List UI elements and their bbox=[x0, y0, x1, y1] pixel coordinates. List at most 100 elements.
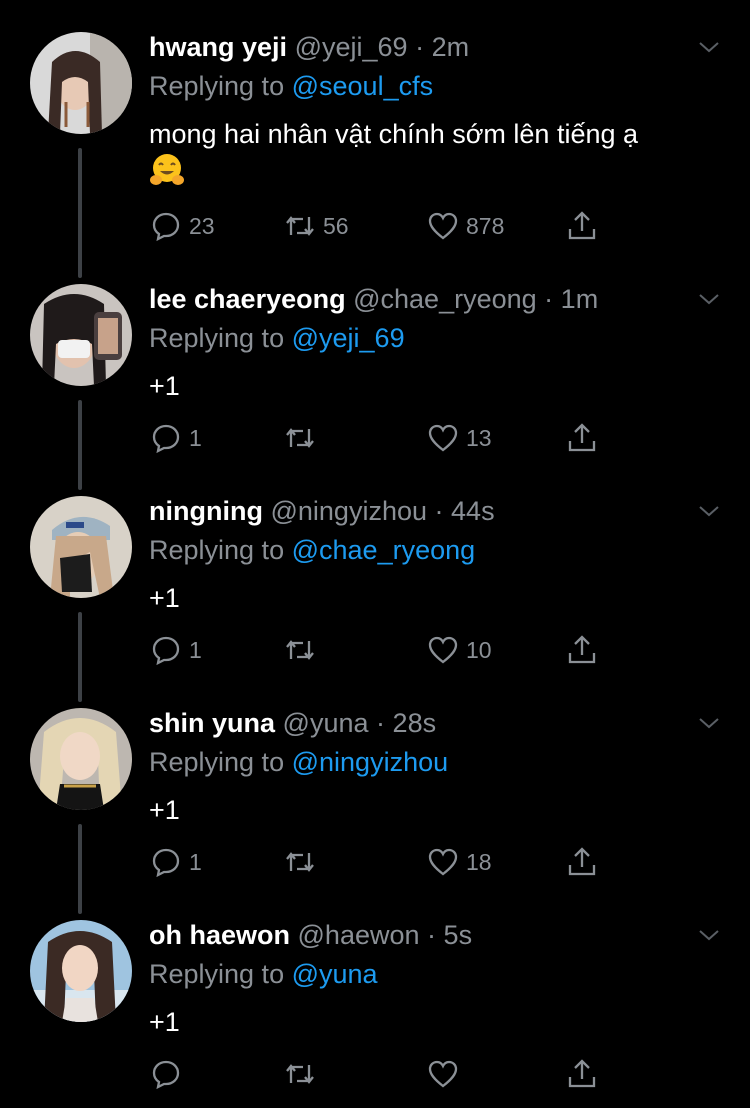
like-icon bbox=[428, 848, 458, 876]
tweet-actions: 1 10 bbox=[149, 632, 609, 668]
tweet-actions: 23 56 878 bbox=[149, 208, 609, 244]
retweet-icon bbox=[286, 852, 314, 872]
tweet-text-content: mong hai nhân vật chính sớm lên tiếng ạ bbox=[149, 119, 639, 149]
retweet-icon bbox=[286, 428, 314, 448]
like-button[interactable]: 18 bbox=[426, 844, 492, 880]
replying-to: Replying to @ningyizhou bbox=[149, 747, 448, 777]
share-button[interactable] bbox=[565, 632, 599, 668]
like-icon bbox=[428, 424, 458, 452]
replying-to-label: Replying to bbox=[149, 71, 285, 101]
avatar[interactable] bbox=[30, 708, 132, 810]
replying-to-label: Replying to bbox=[149, 959, 285, 989]
reply-icon bbox=[152, 848, 180, 878]
like-icon bbox=[428, 1060, 458, 1088]
chevron-down-icon[interactable] bbox=[696, 34, 722, 60]
reply-icon bbox=[152, 212, 180, 242]
like-button[interactable] bbox=[426, 1056, 466, 1092]
replying-to: Replying to @seoul_cfs bbox=[149, 71, 433, 101]
tweet-text: +1 bbox=[149, 792, 719, 828]
avatar[interactable] bbox=[30, 920, 132, 1022]
share-icon bbox=[568, 847, 596, 876]
share-icon bbox=[568, 423, 596, 452]
reply-count: 23 bbox=[189, 212, 215, 239]
avatar[interactable] bbox=[30, 284, 132, 386]
timestamp[interactable]: 1m bbox=[561, 284, 599, 314]
timestamp[interactable]: 5s bbox=[444, 920, 473, 950]
reply-button[interactable]: 1 bbox=[149, 632, 202, 668]
share-icon bbox=[568, 635, 596, 664]
like-icon bbox=[428, 636, 458, 664]
like-count: 13 bbox=[466, 424, 492, 451]
display-name[interactable]: shin yuna bbox=[149, 708, 275, 738]
like-count: 10 bbox=[466, 636, 492, 663]
display-name[interactable]: lee chaeryeong bbox=[149, 284, 346, 314]
retweet-icon bbox=[286, 216, 314, 236]
replying-to-label: Replying to bbox=[149, 323, 285, 353]
replying-to-label: Replying to bbox=[149, 535, 285, 565]
user-handle[interactable]: @haewon bbox=[298, 920, 420, 950]
chevron-down-icon[interactable] bbox=[696, 710, 722, 736]
like-count: 18 bbox=[466, 848, 492, 875]
user-handle[interactable]: @ningyizhou bbox=[270, 496, 427, 526]
share-icon bbox=[568, 1059, 596, 1088]
share-icon bbox=[568, 211, 596, 240]
retweet-button[interactable] bbox=[283, 1056, 323, 1092]
timestamp[interactable]: 2m bbox=[432, 32, 470, 62]
chevron-down-icon[interactable] bbox=[696, 922, 722, 948]
mention-link[interactable]: @chae_ryeong bbox=[292, 535, 476, 565]
retweet-button[interactable] bbox=[283, 844, 323, 880]
reply-button[interactable]: 1 bbox=[149, 844, 202, 880]
mention-link[interactable]: @yeji_69 bbox=[292, 323, 405, 353]
tweet-text-content: +1 bbox=[149, 795, 180, 825]
display-name[interactable]: ningning bbox=[149, 496, 263, 526]
reply-count: 1 bbox=[189, 848, 202, 875]
replying-to: Replying to @yuna bbox=[149, 959, 378, 989]
user-handle[interactable]: @yuna bbox=[283, 708, 369, 738]
reply-button[interactable]: 1 bbox=[149, 420, 202, 456]
timestamp[interactable]: 44s bbox=[451, 496, 495, 526]
retweet-button[interactable]: 56 bbox=[283, 208, 349, 244]
user-handle[interactable]: @chae_ryeong bbox=[353, 284, 537, 314]
avatar[interactable] bbox=[30, 496, 132, 598]
retweet-icon bbox=[286, 640, 314, 660]
display-name[interactable]: oh haewon bbox=[149, 920, 290, 950]
mention-link[interactable]: @seoul_cfs bbox=[292, 71, 433, 101]
like-button[interactable]: 878 bbox=[426, 208, 504, 244]
retweet-button[interactable] bbox=[283, 420, 323, 456]
share-button[interactable] bbox=[565, 208, 599, 244]
retweet-count: 56 bbox=[323, 212, 349, 239]
timestamp[interactable]: 28s bbox=[393, 708, 437, 738]
reply-icon bbox=[152, 424, 180, 454]
separator-dot: · bbox=[415, 32, 425, 62]
avatar[interactable] bbox=[30, 32, 132, 134]
thread-line bbox=[78, 824, 82, 914]
mention-link[interactable]: @ningyizhou bbox=[292, 747, 449, 777]
display-name[interactable]: hwang yeji bbox=[149, 32, 287, 62]
replying-to: Replying to @yeji_69 bbox=[149, 323, 405, 353]
retweet-button[interactable] bbox=[283, 632, 323, 668]
share-button[interactable] bbox=[565, 420, 599, 456]
chevron-down-icon[interactable] bbox=[696, 498, 722, 524]
hugging-face-emoji bbox=[150, 154, 184, 185]
tweet-text: +1 bbox=[149, 580, 719, 616]
tweet-actions bbox=[149, 1056, 609, 1092]
mention-link[interactable]: @yuna bbox=[292, 959, 378, 989]
reply-button[interactable]: 23 bbox=[149, 208, 215, 244]
tweet-text: +1 bbox=[149, 368, 719, 404]
tweet-header: shin yuna @yuna · 28s bbox=[149, 708, 436, 738]
separator-dot: · bbox=[427, 920, 437, 950]
reply-button[interactable] bbox=[149, 1056, 189, 1092]
user-handle[interactable]: @yeji_69 bbox=[295, 32, 408, 62]
share-button[interactable] bbox=[565, 1056, 599, 1092]
tweet-header: lee chaeryeong @chae_ryeong · 1m bbox=[149, 284, 598, 314]
tweet-actions: 1 13 bbox=[149, 420, 609, 456]
chevron-down-icon[interactable] bbox=[696, 286, 722, 312]
like-button[interactable]: 13 bbox=[426, 420, 492, 456]
like-button[interactable]: 10 bbox=[426, 632, 492, 668]
tweet-text: mong hai nhân vật chính sớm lên tiếng ạ bbox=[149, 116, 719, 191]
tweet-text-content: +1 bbox=[149, 1007, 180, 1037]
share-button[interactable] bbox=[565, 844, 599, 880]
reply-icon bbox=[152, 1060, 180, 1090]
thread-line bbox=[78, 148, 82, 278]
tweet-actions: 1 18 bbox=[149, 844, 609, 880]
